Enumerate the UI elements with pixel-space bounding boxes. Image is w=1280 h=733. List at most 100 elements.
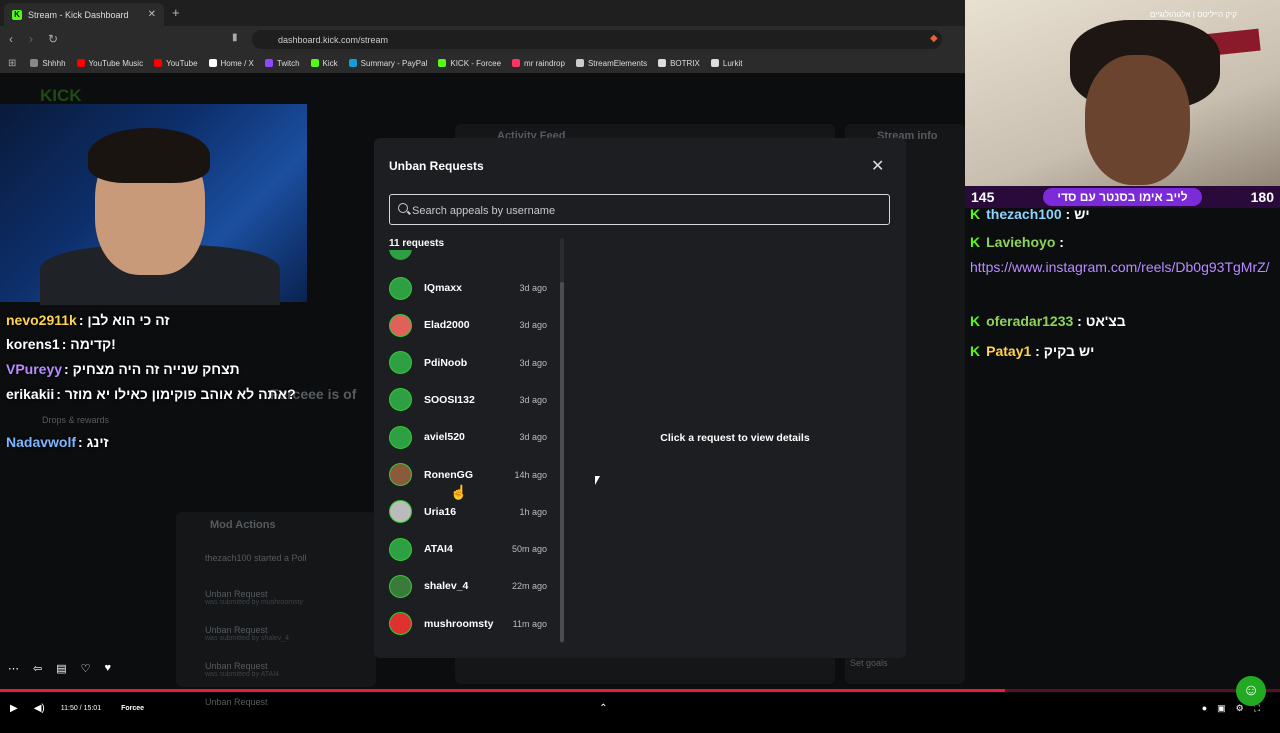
- kick-badge-icon: K: [970, 343, 981, 359]
- bookmark-favicon-icon: [310, 59, 319, 67]
- request-time: 22m ago: [511, 581, 547, 592]
- more-icon[interactable]: ⋯: [8, 662, 19, 675]
- brave-shield-icon[interactable]: ◆: [930, 33, 938, 44]
- mod-action-entry: Unban Request was submitted by shalev_4: [185, 625, 370, 661]
- comment-icon[interactable]: ▤: [56, 662, 66, 675]
- chat-username[interactable]: oferadar1233: [986, 313, 1073, 329]
- reload-icon[interactable]: ↻: [48, 32, 58, 46]
- request-time: 14h ago: [514, 469, 547, 480]
- new-tab-icon[interactable]: +: [172, 5, 180, 20]
- request-time: 3d ago: [519, 320, 547, 331]
- bookmark-label: mr raindrop: [524, 58, 565, 68]
- chat-separator: :: [1031, 343, 1044, 359]
- request-row[interactable]: aviel520 3d ago: [389, 422, 547, 452]
- chat-message: Kthezach100 : יש: [970, 206, 1090, 222]
- search-field[interactable]: [389, 194, 890, 226]
- mod-action-sub: was submitted by shalev_4: [205, 635, 290, 642]
- close-icon[interactable]: ✕: [871, 156, 884, 176]
- request-row[interactable]: RonenGG 14h ago: [389, 460, 547, 490]
- bookmark-icon[interactable]: ▮: [232, 32, 238, 43]
- request-row[interactable]: shalev_4 22m ago: [389, 571, 547, 601]
- chat-separator: :: [78, 434, 87, 450]
- bookmark-favicon-icon: [264, 59, 273, 67]
- list-scrollbar-thumb[interactable]: [560, 282, 564, 642]
- chat-username[interactable]: korens1: [6, 336, 60, 352]
- request-username: RonenGG: [424, 468, 473, 481]
- volume-icon[interactable]: ◀): [34, 703, 45, 714]
- request-row[interactable]: SOOSI132 3d ago: [389, 385, 547, 415]
- mod-action-sub: was submitted by mushroomsty: [205, 599, 304, 606]
- mod-action-entry: Unban Request was submitted by mushroomst…: [185, 589, 370, 625]
- chat-username[interactable]: nevo2911k: [6, 312, 77, 328]
- like-icon[interactable]: ♥: [105, 662, 112, 675]
- search-icon: [398, 203, 408, 213]
- request-username: mushroomsty: [424, 617, 494, 630]
- chevron-up-icon[interactable]: ⌃: [599, 703, 607, 714]
- request-username: IQmaxx: [424, 282, 462, 294]
- bookmark-item[interactable]: YouTube Music: [76, 59, 143, 68]
- browser-tab[interactable]: K Stream - Kick Dashboard ✕: [4, 3, 164, 26]
- tab-title: Stream - Kick Dashboard: [28, 9, 129, 20]
- chat-text: אתה לא אוהב פוקימון כאילו יא מוזר?: [64, 386, 296, 402]
- user-avatar: [389, 351, 412, 375]
- bookmark-label: KICK - Forcee: [450, 58, 502, 68]
- bookmark-label: BOTRIX: [670, 58, 700, 68]
- stream-title-bar: 145 לייב אימו בסנטר עם סדי 180: [965, 186, 1280, 208]
- request-username: shalev_4: [424, 580, 469, 593]
- play-icon[interactable]: ▶: [10, 703, 18, 714]
- request-list: IQmaxx 3d ago Elad2000 3d ago PdiNoob 3d ago S…: [389, 250, 547, 640]
- bookmark-item[interactable]: Twitch: [264, 58, 300, 68]
- request-row[interactable]: Elad2000 3d ago: [389, 310, 547, 340]
- bookmark-item[interactable]: Lurkit: [710, 59, 742, 68]
- url-text: dashboard.kick.com/stream: [278, 34, 389, 45]
- apps-icon[interactable]: ⊞: [8, 58, 16, 69]
- bookmark-item[interactable]: mr raindrop: [512, 59, 565, 68]
- request-row[interactable]: mushroomsty 11m ago: [389, 609, 547, 639]
- left-action-icons: ⋯ ⇦ ▤ ♡ ♥: [8, 662, 111, 675]
- bookmark-item[interactable]: Summary - PayPal: [348, 59, 427, 68]
- chat-separator: :: [64, 361, 73, 377]
- chat-username[interactable]: Laviehoyo: [986, 234, 1055, 250]
- forward-icon[interactable]: ›: [29, 32, 33, 46]
- user-avatar: [389, 425, 412, 449]
- bookmark-label: Shhhh: [42, 58, 66, 68]
- chat-username[interactable]: thezach100: [986, 206, 1061, 222]
- bookmark-favicon-icon: [208, 59, 217, 67]
- chat-username[interactable]: VPureyy: [6, 361, 62, 377]
- request-row[interactable]: ATAI4 50m ago: [389, 534, 547, 564]
- bookmark-item[interactable]: Home / X: [208, 59, 254, 68]
- chat-username[interactable]: Nadavwolf: [6, 434, 76, 450]
- search-input[interactable]: [410, 195, 884, 226]
- kick-logo: KICK: [40, 86, 82, 105]
- hand-cursor-icon: ☝: [450, 484, 468, 500]
- settings-icons[interactable]: ●▣⚙⛶: [1202, 703, 1270, 714]
- bookmark-item[interactable]: KICK - Forcee: [438, 59, 501, 68]
- bookmark-label: Twitch: [276, 58, 300, 68]
- video-time: 11:50 / 15:01: [60, 704, 102, 712]
- back-icon[interactable]: ‹: [9, 32, 13, 46]
- bookmark-item[interactable]: YouTube: [154, 59, 198, 68]
- overlay-title: לייב אימו בסנטר עם סדי: [1043, 188, 1202, 206]
- chat-message: K Laviehoyo :: [970, 234, 1064, 250]
- request-count: 11 requests: [389, 238, 445, 249]
- bookmark-item[interactable]: BOTRIX: [658, 59, 700, 68]
- chat-username[interactable]: Patay1: [986, 343, 1031, 359]
- kick-badge-icon: K: [970, 313, 981, 329]
- request-row[interactable]: PdiNoob 3d ago: [389, 348, 547, 378]
- share-icon[interactable]: ⇦: [33, 662, 42, 675]
- chat-text: יש: [1074, 206, 1090, 222]
- bookmark-item[interactable]: Shhhh: [30, 58, 66, 68]
- request-row[interactable]: IQmaxx 3d ago: [389, 273, 547, 303]
- request-row[interactable]: Uria16 1h ago: [389, 497, 547, 527]
- mod-action-title: Unban Request: [205, 661, 268, 671]
- bookmark-item[interactable]: Kick: [310, 59, 338, 68]
- channel-name[interactable]: Forcee: [121, 705, 144, 712]
- close-tab-icon[interactable]: ✕: [148, 9, 156, 20]
- dislike-icon[interactable]: ♡: [81, 662, 91, 675]
- chat-username[interactable]: erikakii: [6, 386, 54, 402]
- bookmark-item[interactable]: StreamElements: [575, 59, 647, 68]
- support-icon[interactable]: ☺: [1236, 676, 1266, 706]
- chat-link[interactable]: https://www.instagram.com/reels/Db0g93Tg…: [970, 259, 1270, 275]
- chat-message: korens1: קדימה!: [6, 336, 116, 352]
- address-bar[interactable]: dashboard.kick.com/stream: [252, 30, 942, 49]
